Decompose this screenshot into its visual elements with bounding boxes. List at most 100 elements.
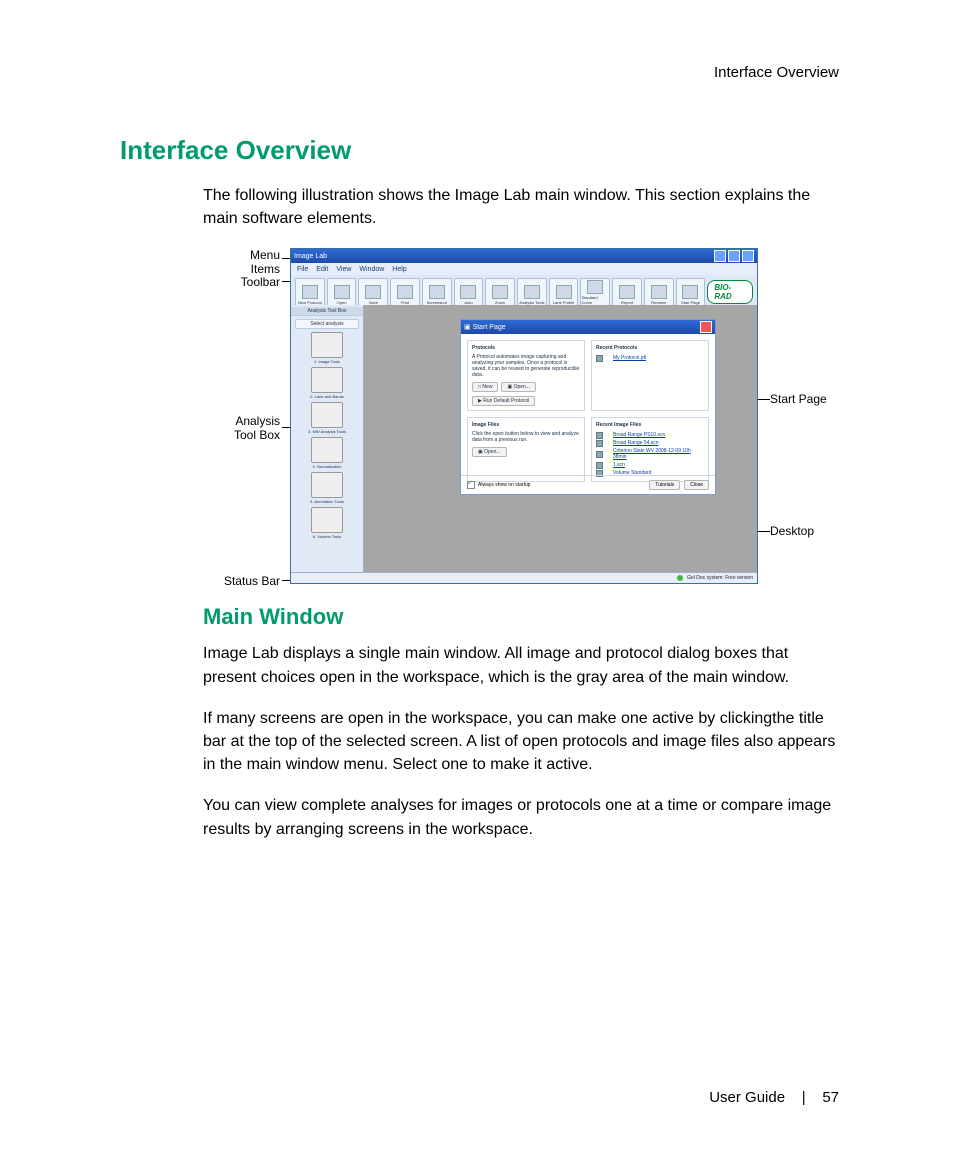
close-icon[interactable]	[742, 250, 754, 262]
file-icon	[596, 451, 603, 458]
tools-icon	[524, 285, 540, 299]
folder-icon	[334, 285, 350, 299]
panel-recent-images: Recent Image Files Broad Range PS10.scn …	[591, 417, 709, 482]
zoom-icon	[492, 285, 508, 299]
panel-protocols-head: Protocols	[472, 345, 580, 351]
panel-image-files: Image Files Click the open button below …	[467, 417, 585, 482]
file-icon	[596, 440, 603, 447]
lane-bands-icon	[311, 367, 343, 393]
tb-save[interactable]: Save	[358, 278, 388, 306]
file-icon	[596, 432, 603, 439]
panel-image-files-desc: Click the open button below to view and …	[472, 431, 580, 443]
analysis-search[interactable]: Select analysis	[295, 319, 359, 329]
page-title: Interface Overview	[120, 135, 839, 166]
auto-icon	[460, 285, 476, 299]
always-show-checkbox[interactable]: Always show on startup	[467, 481, 531, 489]
report-icon	[619, 285, 635, 299]
dialog-close-icon[interactable]	[700, 321, 712, 333]
menu-help[interactable]: Help	[392, 266, 406, 273]
panel-protocols-desc: A Protocol automates image capturing and…	[472, 354, 580, 378]
start-page-dialog: ▣ Start Page Protocols A Protocol automa…	[460, 319, 716, 495]
tool-lane-bands[interactable]: 2. Lane and Bands	[310, 367, 344, 399]
image-tool-icon	[311, 332, 343, 358]
rename-icon	[651, 285, 667, 299]
status-led-icon	[677, 575, 683, 581]
checkbox-icon	[467, 481, 475, 489]
footer-sep: |	[802, 1089, 806, 1106]
callout-toolbar: Toolbar	[160, 275, 280, 289]
app-menubar[interactable]: File Edit View Window Help	[291, 263, 757, 275]
disk-icon	[365, 285, 381, 299]
recent-image-item[interactable]: Broad Range 54.scn	[596, 439, 704, 447]
window-buttons[interactable]	[714, 250, 754, 262]
menu-view[interactable]: View	[336, 266, 351, 273]
run-default-button[interactable]: ▶ Run Default Protocol	[472, 396, 535, 406]
app-titlebar[interactable]: Image Lab	[291, 249, 757, 263]
tb-lane-profile[interactable]: Lane Profile	[549, 278, 579, 306]
menu-file[interactable]: File	[297, 266, 308, 273]
tutorials-button[interactable]: Tutorials	[649, 480, 680, 490]
maximize-icon[interactable]	[728, 250, 740, 262]
brand-logo: BIO-RAD	[707, 280, 753, 304]
recent-image-item[interactable]: Criterion Stain WV 2008-12-09 10h 38min	[596, 447, 704, 461]
curve-icon	[587, 280, 603, 294]
tool-mw-analysis[interactable]: 3. MW Analysis Tools	[308, 402, 346, 434]
tb-auto[interactable]: Auto	[454, 278, 484, 306]
open-protocol-button[interactable]: ▣ Open...	[501, 382, 536, 392]
callout-start-page: Start Page	[770, 392, 827, 406]
annotation-icon	[311, 472, 343, 498]
subsection-title: Main Window	[203, 604, 839, 630]
tb-start-page[interactable]: Start Page	[676, 278, 706, 306]
file-icon	[596, 462, 603, 469]
mw-icon	[311, 402, 343, 428]
tb-screenshot[interactable]: Screenshot	[422, 278, 452, 306]
page-footer: User Guide | 57	[709, 1089, 839, 1106]
normalization-icon	[311, 437, 343, 463]
tool-normalization[interactable]: 4. Normalization	[311, 437, 343, 469]
file-icon	[596, 355, 603, 362]
tb-new-protocol[interactable]: New Protocol	[295, 278, 325, 306]
menu-window[interactable]: Window	[359, 266, 384, 273]
always-show-label: Always show on startup	[478, 482, 531, 488]
tb-zoom[interactable]: Zoom	[485, 278, 515, 306]
recent-image-item[interactable]: 1.scn	[596, 461, 704, 469]
tb-print[interactable]: Print	[390, 278, 420, 306]
recent-image-item[interactable]: Broad Range PS10.scn	[596, 431, 704, 439]
minimize-icon[interactable]	[714, 250, 726, 262]
panel-recent-protocols: Recent Protocols My Protocol.ptl	[591, 340, 709, 411]
tb-analysis[interactable]: Analysis Tools	[517, 278, 547, 306]
footer-page-number: 57	[822, 1089, 839, 1106]
dialog-title: ▣ Start Page	[464, 323, 506, 331]
intro-paragraph: The following illustration shows the Ima…	[203, 184, 839, 230]
running-head: Interface Overview	[714, 64, 839, 81]
callout-analysis-tool-box: AnalysisTool Box	[160, 414, 280, 442]
open-image-button[interactable]: ▣ Open...	[472, 447, 507, 457]
tb-open[interactable]: Open	[327, 278, 357, 306]
callout-desktop: Desktop	[770, 524, 814, 538]
volume-icon	[311, 507, 343, 533]
tool-annotation[interactable]: 5. Annotation Tools	[310, 472, 344, 504]
callout-menu-items: MenuItems	[160, 248, 280, 276]
recent-protocol-item[interactable]: My Protocol.ptl	[596, 354, 704, 362]
new-button[interactable]: □ New	[472, 382, 498, 392]
menu-edit[interactable]: Edit	[316, 266, 328, 273]
tool-image[interactable]: 1. Image Tools	[311, 332, 343, 364]
app-title: Image Lab	[294, 253, 327, 260]
home-icon	[682, 285, 698, 299]
panel-protocols: Protocols A Protocol automates image cap…	[467, 340, 585, 411]
interface-figure: MenuItems Toolbar AnalysisTool Box Statu…	[160, 248, 880, 588]
tool-volume[interactable]: 6. Volume Tools	[311, 507, 343, 539]
tb-standard-curve[interactable]: Standard Curve	[580, 278, 610, 306]
tb-report[interactable]: Report	[612, 278, 642, 306]
dialog-titlebar[interactable]: ▣ Start Page	[461, 320, 715, 334]
analysis-header: Analysis Tool Box	[291, 307, 363, 316]
callout-status-bar: Status Bar	[160, 574, 280, 588]
app-desktop[interactable]: ▣ Start Page Protocols A Protocol automa…	[364, 305, 757, 573]
tb-rename[interactable]: Rename	[644, 278, 674, 306]
body-paragraph-3: You can view complete analyses for image…	[203, 794, 839, 840]
panel-recent-images-head: Recent Image Files	[596, 422, 704, 428]
chart-icon	[556, 285, 572, 299]
analysis-tool-box: Analysis Tool Box Select analysis 1. Ima…	[291, 305, 364, 573]
app-statusbar: Gel Doc system: Free version	[291, 572, 757, 583]
close-button[interactable]: Close	[684, 480, 709, 490]
